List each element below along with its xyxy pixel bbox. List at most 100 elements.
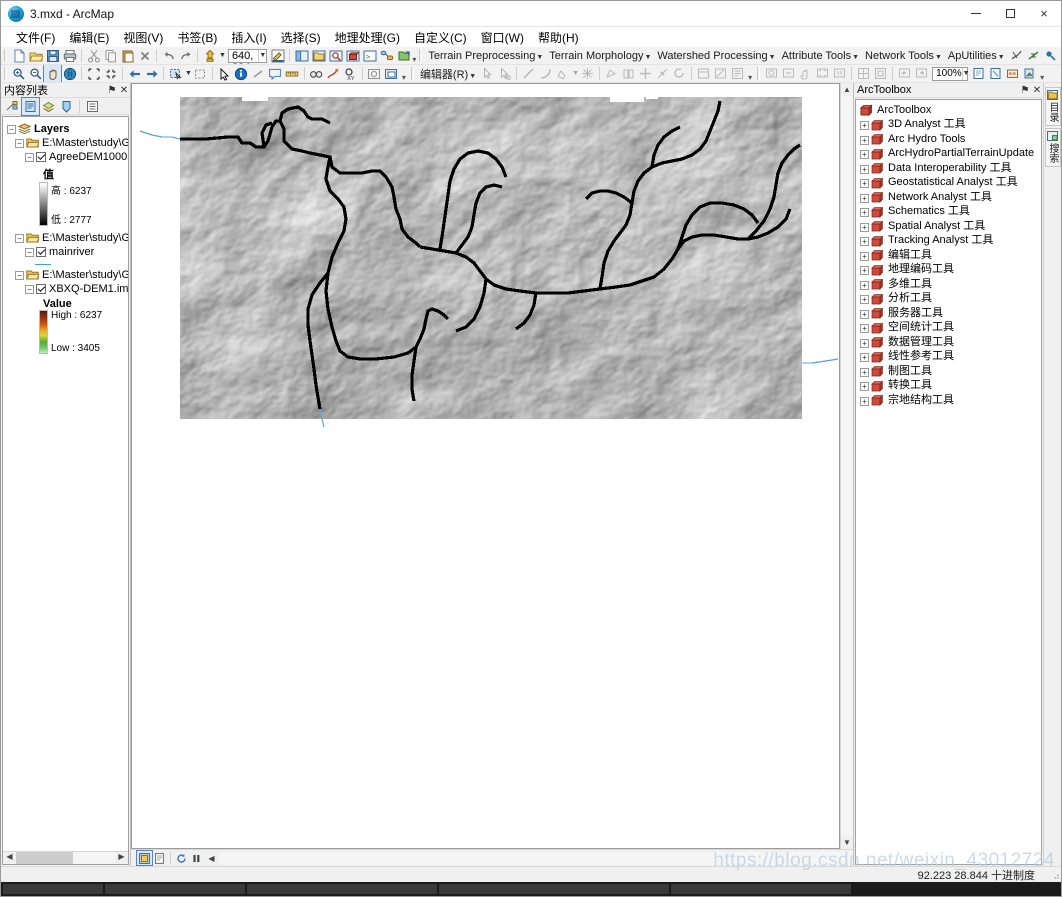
menu-terrain-preprocessing[interactable]: Terrain Preprocessing▼: [425, 50, 546, 62]
taskbar-item[interactable]: [671, 884, 851, 894]
layout-toolbar-grip[interactable]: [757, 67, 761, 80]
open-folder-icon[interactable]: [27, 47, 44, 64]
toggle-draft-mode-icon[interactable]: [970, 65, 987, 82]
tree-node-group-3[interactable]: − E:\Master\study\GIS\源: [15, 269, 128, 282]
expander-icon[interactable]: +: [860, 295, 869, 304]
list-by-source-icon[interactable]: [21, 96, 40, 116]
arctoolbox-item[interactable]: + Arc Hydro Tools: [860, 133, 1041, 146]
expander-icon[interactable]: −: [7, 125, 16, 134]
point-delineation-icon[interactable]: [1042, 47, 1059, 64]
arctoolbox-item[interactable]: + ArcHydroPartialTerrainUpdate: [860, 147, 1041, 160]
close-button[interactable]: ×: [1027, 1, 1061, 27]
full-extent-icon[interactable]: [61, 65, 78, 82]
layout-overflow-icon[interactable]: ▾: [1038, 73, 1046, 82]
expander-icon[interactable]: −: [25, 153, 34, 162]
expander-icon[interactable]: +: [860, 251, 869, 261]
menu-bookmarks[interactable]: 书签(B): [170, 27, 224, 48]
expander-icon[interactable]: −: [25, 248, 34, 257]
arctoolbox-item[interactable]: + Geostatistical Analyst 工具: [860, 176, 1041, 189]
scroll-left-icon[interactable]: ◀: [3, 852, 16, 864]
menu-geoprocessing[interactable]: 地理处理(G): [328, 27, 407, 48]
data-view-icon[interactable]: [136, 850, 153, 866]
expander-icon[interactable]: +: [860, 179, 869, 188]
expander-icon[interactable]: +: [860, 135, 869, 145]
redo-icon[interactable]: [177, 47, 194, 64]
arctoolbox-item[interactable]: + Data Interoperability 工具: [860, 162, 1041, 175]
layout-zoom-combo[interactable]: 100% ▼: [932, 66, 970, 81]
new-document-icon[interactable]: [10, 47, 27, 64]
arctoolbox-close-icon[interactable]: ✕: [1031, 85, 1043, 96]
zoom-in-icon[interactable]: [10, 65, 27, 82]
tree-node-layer-agreedem1000[interactable]: − AgreeDEM1000: [25, 151, 128, 164]
arctoolbox-item[interactable]: + 线性参考工具: [860, 350, 1041, 363]
catalog-icon[interactable]: [310, 47, 327, 64]
expander-icon[interactable]: +: [860, 193, 869, 203]
tree-node-layers[interactable]: − Layers: [7, 123, 128, 136]
expander-icon[interactable]: −: [15, 139, 24, 148]
editor-toolbar-grip[interactable]: [410, 67, 414, 80]
arctoolbox-item[interactable]: + Spatial Analyst 工具: [860, 220, 1041, 233]
clear-selection-icon[interactable]: [192, 65, 209, 82]
taskbar-item[interactable]: [247, 884, 437, 894]
dock-tab-catalog[interactable]: 目录: [1044, 87, 1061, 126]
select-elements-icon[interactable]: [216, 65, 233, 82]
expander-icon[interactable]: +: [860, 324, 869, 333]
zoom-out-icon[interactable]: [27, 65, 44, 82]
list-by-selection-icon[interactable]: [58, 98, 75, 115]
arctoolbox-item[interactable]: + 宗地结构工具: [860, 394, 1041, 407]
taskbar-item[interactable]: [3, 884, 103, 894]
toc-scroll-thumb[interactable]: [16, 852, 74, 864]
minimize-button[interactable]: [959, 1, 993, 27]
expander-icon[interactable]: +: [860, 121, 869, 130]
tree-node-layer-mainriver[interactable]: − mainriver: [25, 246, 128, 259]
add-data-dropdown-icon[interactable]: ▼: [219, 52, 226, 59]
tree-node-layer-xbxq-dem1[interactable]: − XBXQ-DEM1.img: [25, 283, 128, 296]
arctoolbox-item[interactable]: + Schematics 工具: [860, 205, 1041, 218]
identify-icon[interactable]: [233, 65, 250, 82]
expander-icon[interactable]: +: [860, 367, 869, 377]
arctoolbox-item[interactable]: + 地理编码工具: [860, 263, 1041, 276]
layer-visibility-checkbox-agreedem1000[interactable]: [36, 152, 46, 162]
python-window-icon[interactable]: >_: [361, 47, 378, 64]
arctoolbox-tree[interactable]: ArcToolbox +3D Analyst 工具 + Arc Hydro Tool…: [855, 99, 1042, 865]
arctoolbox-item[interactable]: + 服务器工具: [860, 307, 1041, 320]
model-builder-icon[interactable]: [378, 47, 395, 64]
table-of-contents-icon[interactable]: [293, 47, 310, 64]
expander-icon[interactable]: +: [860, 164, 869, 174]
refresh-icon[interactable]: [174, 851, 189, 865]
select-features-dropdown-icon[interactable]: ▼: [185, 70, 192, 77]
menu-watershed-processing[interactable]: Watershed Processing▼: [654, 50, 778, 62]
find-route-icon[interactable]: [325, 65, 342, 82]
expander-icon[interactable]: +: [860, 309, 869, 319]
map-display[interactable]: [131, 83, 840, 849]
taskbar-item[interactable]: [105, 884, 245, 894]
focus-data-frame-icon[interactable]: [987, 65, 1004, 82]
open-catalog-window-icon[interactable]: [395, 47, 412, 64]
toc-tree-container[interactable]: − Layers − E:\Master\study\GIS\La: [2, 116, 129, 865]
toolbar-overflow-icon[interactable]: ▾: [412, 55, 416, 64]
scroll-right-icon[interactable]: ▶: [115, 852, 128, 864]
flow-path-tracing-icon[interactable]: [1008, 47, 1025, 64]
search-icon[interactable]: [327, 47, 344, 64]
cut-icon[interactable]: [85, 47, 102, 64]
expander-icon[interactable]: +: [860, 382, 869, 391]
scroll-down-icon[interactable]: ▼: [841, 836, 853, 849]
forward-extent-icon[interactable]: [143, 65, 160, 82]
menu-file[interactable]: 文件(F): [9, 27, 62, 48]
data-driven-pages-icon[interactable]: [1021, 65, 1038, 82]
fixed-zoom-out-icon[interactable]: [102, 65, 119, 82]
hyperlink-icon[interactable]: [250, 65, 267, 82]
layer-visibility-checkbox-xbxq-dem1[interactable]: [36, 284, 46, 294]
editor-overflow-icon[interactable]: ▾: [746, 73, 754, 82]
taskbar-item[interactable]: [439, 884, 669, 894]
arctoolbox-root-node[interactable]: ArcToolbox: [860, 104, 1041, 116]
tree-node-group-2[interactable]: − E:\Master\study\GIS\源: [15, 232, 128, 245]
undo-icon[interactable]: [160, 47, 177, 64]
arctoolbox-item[interactable]: + 数据管理工具: [860, 336, 1041, 349]
arctoolbox-item[interactable]: + 编辑工具: [860, 249, 1041, 262]
create-viewer-icon[interactable]: [383, 65, 400, 82]
assign-river-order-icon[interactable]: [1025, 47, 1042, 64]
menu-attribute-tools[interactable]: Attribute Tools▼: [779, 50, 862, 62]
menu-help[interactable]: 帮助(H): [531, 27, 586, 48]
expander-icon[interactable]: +: [860, 338, 869, 348]
